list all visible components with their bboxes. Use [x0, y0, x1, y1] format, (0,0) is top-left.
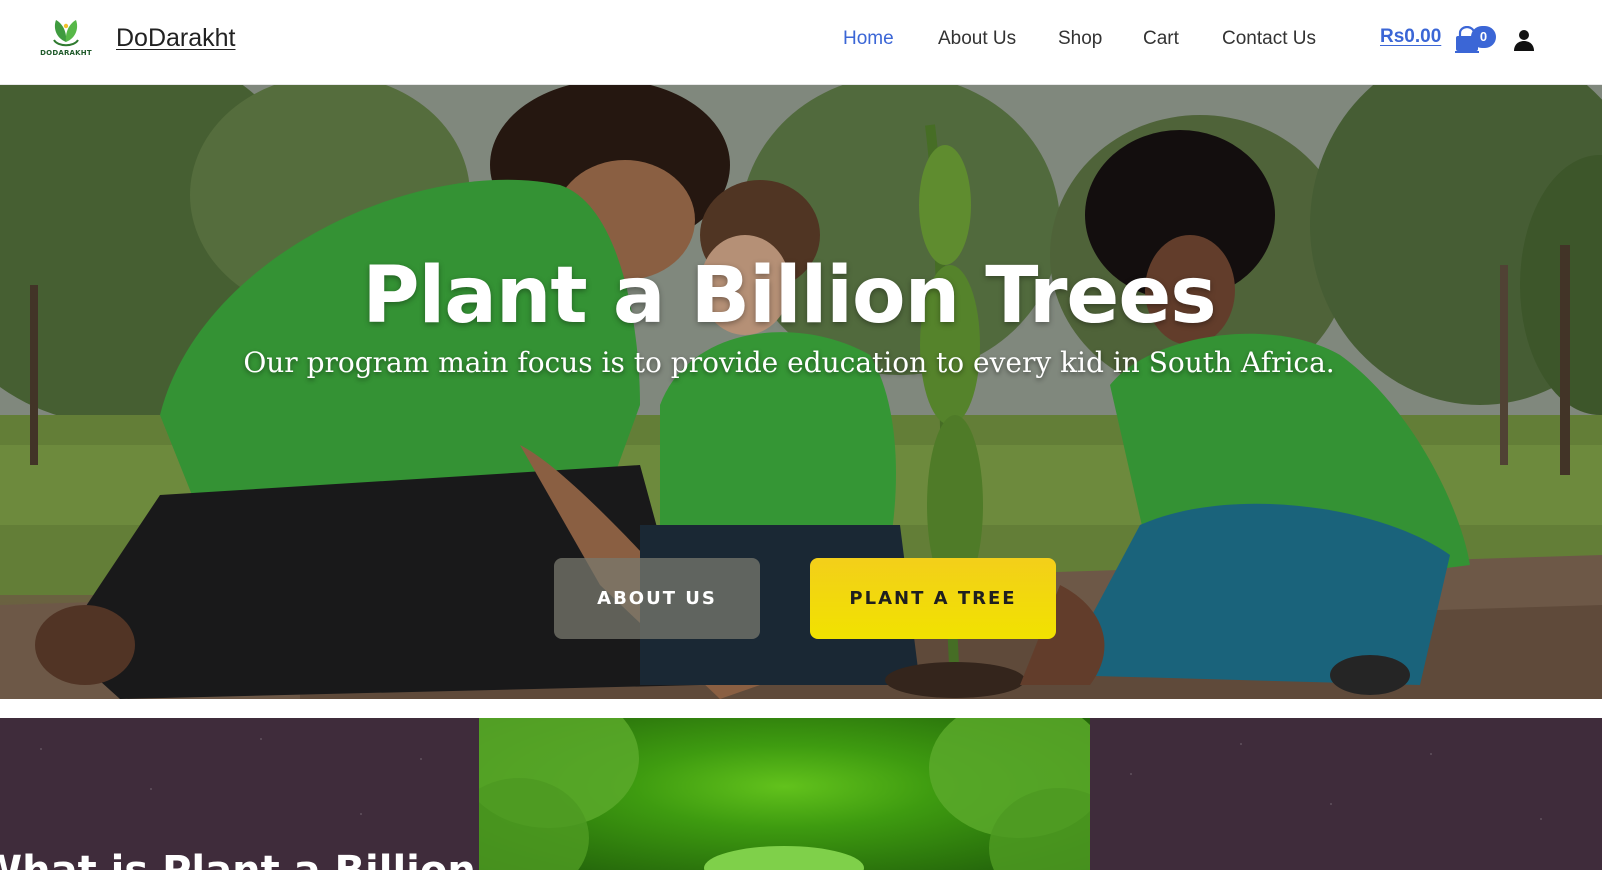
site-header: DODARAKHT DoDarakht Home About Us Shop C…: [0, 0, 1602, 85]
brand-name-link[interactable]: DoDarakht: [116, 24, 236, 53]
background-star: [150, 788, 152, 790]
plant-a-tree-button[interactable]: PLANT A TREE: [810, 558, 1056, 639]
nav-shop-link[interactable]: Shop: [1058, 28, 1102, 50]
site-logo[interactable]: DODARAKHT: [34, 16, 98, 64]
nav-cart-link[interactable]: Cart: [1143, 28, 1179, 50]
background-star: [260, 738, 262, 740]
hero-subtitle: Our program main focus is to provide edu…: [243, 346, 1335, 379]
background-star: [420, 758, 422, 760]
hero-title: Plant a Billion Trees: [362, 251, 1216, 341]
section-heading: What is Plant a Billion: [0, 848, 476, 870]
cart-count-badge: 0: [1471, 26, 1496, 48]
background-star: [1330, 803, 1332, 805]
user-icon[interactable]: [1512, 28, 1536, 52]
background-star: [1540, 818, 1542, 820]
hero-overlay: [0, 85, 1602, 699]
nav-contact-us-link[interactable]: Contact Us: [1222, 28, 1316, 50]
background-star: [1130, 773, 1132, 775]
background-star: [1430, 753, 1432, 755]
nav-home-link[interactable]: Home: [843, 28, 894, 50]
leaf-logo-icon: [53, 20, 79, 47]
background-star: [1240, 743, 1242, 745]
about-program-section: What is Plant a Billion: [0, 718, 1602, 870]
about-us-button[interactable]: ABOUT US: [554, 558, 760, 639]
background-star: [40, 748, 42, 750]
nav-about-us-link[interactable]: About Us: [938, 28, 1016, 50]
section-feature-image: [479, 718, 1090, 870]
logo-caption: DODARAKHT: [40, 49, 92, 57]
background-star: [360, 813, 362, 815]
leaves-image: [479, 718, 1090, 870]
hero-banner: Plant a Billion Trees Our program main f…: [0, 85, 1602, 699]
cart-total-link[interactable]: Rs0.00: [1380, 26, 1441, 48]
